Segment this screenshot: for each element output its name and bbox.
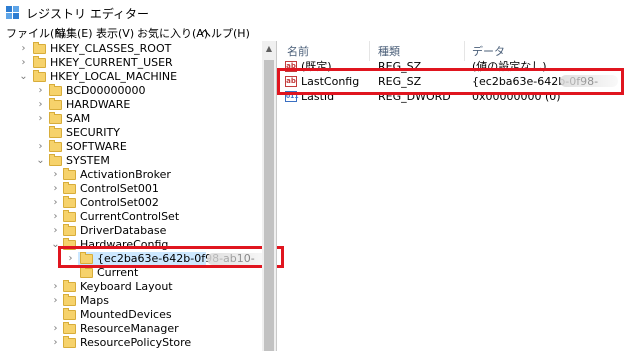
title-bar: レジストリ エディター [0, 0, 624, 25]
column-header-type[interactable]: 種類 [378, 43, 400, 59]
tree-line [36, 126, 45, 140]
tree-item-hkey-current-user[interactable]: › HKEY_CURRENT_USER [0, 56, 262, 70]
column-divider[interactable] [369, 41, 370, 61]
tree-item-controlset002[interactable]: › ControlSet002 [0, 196, 262, 210]
tree-label: HKEY_LOCAL_MACHINE [50, 70, 178, 83]
folder-icon [49, 126, 62, 138]
tree-label: HKEY_CURRENT_USER [50, 56, 173, 69]
column-divider[interactable] [464, 41, 465, 61]
expand-icon[interactable]: › [51, 210, 60, 224]
tree-item-keyboard-layout[interactable]: › Keyboard Layout [0, 280, 262, 294]
expand-icon[interactable]: › [36, 112, 45, 126]
column-header-name[interactable]: 名前 [287, 43, 309, 59]
tree-label: Current [97, 266, 139, 279]
tree-item-system[interactable]: ⌄ SYSTEM [0, 154, 262, 168]
tree-label: HARDWARE [66, 98, 131, 111]
expand-icon[interactable]: › [51, 280, 60, 294]
collapse-icon[interactable]: ⌄ [36, 154, 45, 168]
expand-icon[interactable]: › [36, 98, 45, 112]
tree-label: Keyboard Layout [80, 280, 173, 293]
tree-scrollbar-thumb[interactable] [264, 60, 274, 351]
expand-icon[interactable]: › [51, 182, 60, 196]
tree-item-resourcepolicystore[interactable]: › ResourcePolicyStore [0, 336, 262, 350]
menu-favorites[interactable]: お気に入り(A) [137, 25, 208, 41]
folder-icon [63, 308, 76, 320]
folder-icon [63, 322, 76, 334]
folder-icon [63, 224, 76, 236]
tree-item-software[interactable]: › SOFTWARE [0, 140, 262, 154]
tree-label: DriverDatabase [80, 224, 167, 237]
tree-item-resourcemanager[interactable]: › ResourceManager [0, 322, 262, 336]
folder-icon [63, 182, 76, 194]
tree-line [66, 266, 75, 280]
expand-icon[interactable]: › [51, 294, 60, 308]
folder-icon [63, 280, 76, 292]
expand-icon[interactable]: › [19, 42, 28, 56]
folder-icon [49, 140, 62, 152]
scroll-up-icon[interactable]: ▲ [264, 44, 274, 54]
tree-item-currentcontrolset[interactable]: › CurrentControlSet [0, 210, 262, 224]
folder-icon [63, 168, 76, 180]
menu-bar: ファイル(F) 編集(E) 表示(V) お気に入り(A) ヘルプ(H) [0, 25, 624, 41]
expand-icon[interactable]: › [36, 84, 45, 98]
expand-icon[interactable]: › [51, 224, 60, 238]
folder-icon [49, 98, 62, 110]
tree-label: MountedDevices [80, 308, 172, 321]
tree-label: SECURITY [66, 126, 120, 139]
tree-item-hardware[interactable]: › HARDWARE [0, 98, 262, 112]
expand-icon[interactable]: › [19, 56, 28, 70]
tree-item-sam[interactable]: › SAM [0, 112, 262, 126]
tree-label: ResourceManager [80, 322, 179, 335]
folder-icon [63, 294, 76, 306]
menu-help[interactable]: ヘルプ(H) [200, 25, 250, 41]
tree-label: ActivationBroker [80, 168, 171, 181]
tree-item-current[interactable]: Current [0, 266, 262, 280]
tree-item-mounteddevices[interactable]: MountedDevices [0, 308, 262, 322]
highlight-box-value [277, 68, 624, 95]
collapse-icon[interactable]: ⌄ [19, 70, 28, 84]
folder-icon [63, 336, 76, 348]
folder-icon [63, 196, 76, 208]
registry-editor-icon [6, 6, 19, 19]
tree-item-hkey-classes-root[interactable]: › HKEY_CLASSES_ROOT [0, 42, 262, 56]
tree-item-hkey-local-machine[interactable]: ⌄ HKEY_LOCAL_MACHINE [0, 70, 262, 84]
tree-label: SYSTEM [66, 154, 110, 167]
tree-label: Maps [80, 294, 109, 307]
expand-icon[interactable]: › [51, 196, 60, 210]
tree-item-maps[interactable]: › Maps [0, 294, 262, 308]
tree-line [51, 308, 60, 322]
key-tree[interactable]: › HKEY_CLASSES_ROOT › HKEY_CURRENT_USER … [0, 41, 262, 351]
folder-icon [49, 154, 62, 166]
tree-label: ControlSet001 [80, 182, 159, 195]
tree-label: HKEY_CLASSES_ROOT [50, 42, 172, 55]
folder-icon [49, 84, 62, 96]
expand-icon[interactable]: › [51, 322, 60, 336]
folder-icon [33, 70, 46, 82]
folder-icon [33, 42, 46, 54]
tree-item-driverdatabase[interactable]: › DriverDatabase [0, 224, 262, 238]
folder-icon [63, 210, 76, 222]
tree-label: CurrentControlSet [80, 210, 180, 223]
tree-label: SOFTWARE [66, 140, 127, 153]
tree-label: SAM [66, 112, 91, 125]
tree-label: ControlSet002 [80, 196, 159, 209]
tree-label: BCD00000000 [66, 84, 146, 97]
window-title: レジストリ エディター [26, 7, 149, 21]
menu-edit[interactable]: 編集(E) [55, 25, 93, 41]
tree-item-activationbroker[interactable]: › ActivationBroker [0, 168, 262, 182]
highlight-box-tree [58, 246, 284, 268]
tree-label: ResourcePolicyStore [80, 336, 192, 349]
folder-icon [33, 56, 46, 68]
column-header-data[interactable]: データ [472, 43, 505, 59]
tree-item-bcd00000000[interactable]: › BCD00000000 [0, 84, 262, 98]
folder-icon [80, 266, 93, 278]
tree-item-security[interactable]: SECURITY [0, 126, 262, 140]
expand-icon[interactable]: › [51, 336, 60, 350]
folder-icon [49, 112, 62, 124]
menu-view[interactable]: 表示(V) [96, 25, 134, 41]
expand-icon[interactable]: › [51, 168, 60, 182]
tree-item-controlset001[interactable]: › ControlSet001 [0, 182, 262, 196]
expand-icon[interactable]: › [36, 140, 45, 154]
